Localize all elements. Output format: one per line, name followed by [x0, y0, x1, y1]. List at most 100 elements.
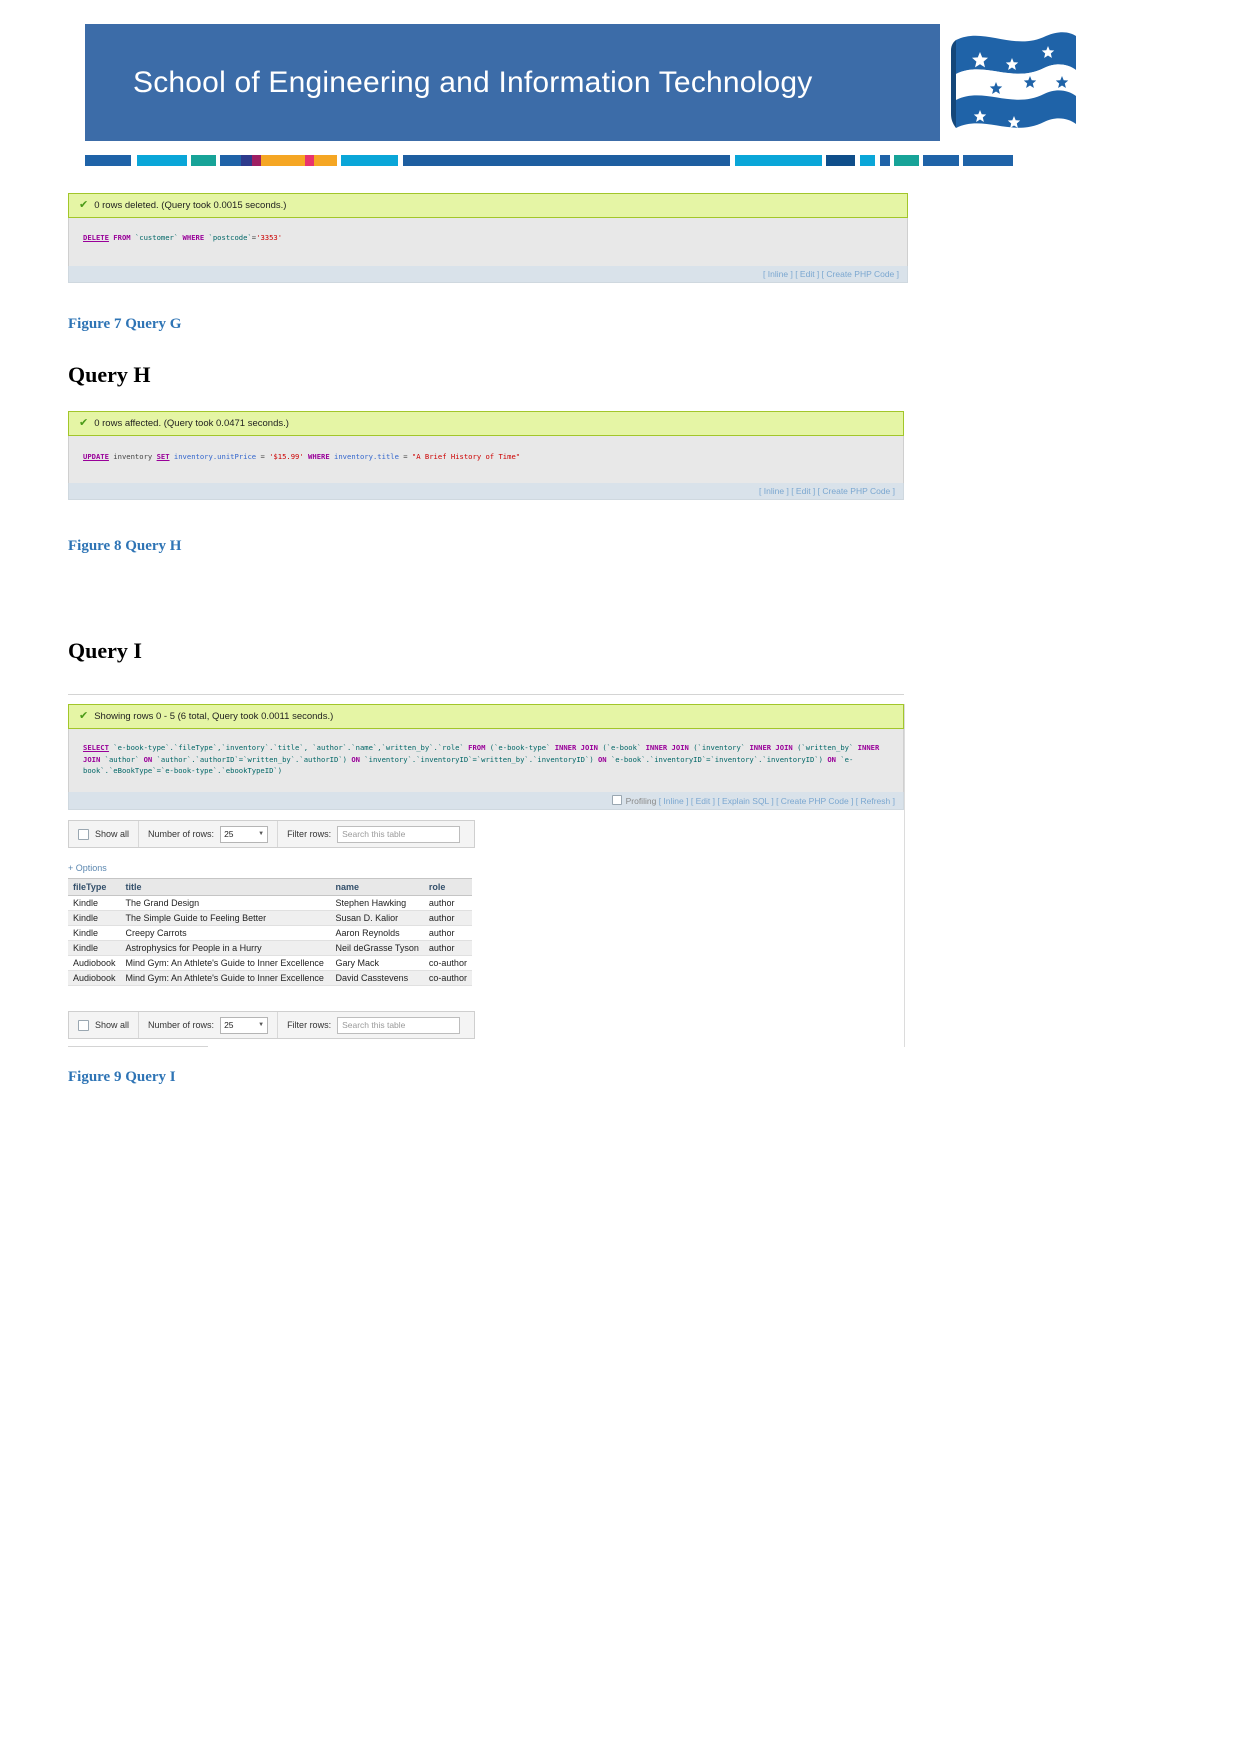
cell-name: Neil deGrasse Tyson	[330, 940, 424, 956]
rows-per-page-value: 25	[224, 829, 234, 839]
cell-title: Creepy Carrots	[120, 925, 331, 941]
rows-per-page-value: 25	[224, 1020, 234, 1030]
sql-keyword-set: SET	[156, 452, 170, 462]
strip-seg	[252, 155, 261, 166]
table-row[interactable]: Audiobook Mind Gym: An Athlete's Guide t…	[68, 955, 472, 971]
column-header-name[interactable]: name	[330, 878, 424, 896]
number-of-rows-cell[interactable]: Number of rows: 25 ▼	[139, 1012, 279, 1038]
sql-keyword-inner-join-3: INNER JOIN	[749, 743, 793, 753]
table-row[interactable]: Audiobook Mind Gym: An Athlete's Guide t…	[68, 970, 472, 986]
filter-rows-input[interactable]: Search this table	[337, 1016, 461, 1034]
document-page: School of Engineering and Information Te…	[0, 0, 1241, 1754]
query-g-status-text: 0 rows deleted. (Query took 0.0015 secon…	[94, 200, 287, 211]
query-i-refresh-link[interactable]: [ Refresh ]	[856, 796, 895, 806]
show-all-cell[interactable]: Show all	[69, 821, 140, 847]
query-h-status-notice: ✔ 0 rows affected. (Query took 0.0471 se…	[68, 411, 904, 437]
strip-seg	[313, 155, 337, 166]
table-row[interactable]: Kindle Astrophysics for People in a Hurr…	[68, 940, 472, 956]
query-i-inline-link[interactable]: [ Inline ]	[659, 796, 689, 806]
show-all-checkbox[interactable]	[78, 828, 89, 840]
cell-filetype: Kindle	[68, 925, 121, 941]
rows-per-page-select[interactable]: 25 ▼	[220, 825, 269, 843]
number-of-rows-label: Number of rows:	[148, 829, 215, 839]
strip-seg	[893, 155, 919, 166]
strip-seg	[403, 155, 731, 166]
query-h-inline-link[interactable]: [ Inline ]	[759, 486, 789, 496]
chevron-down-icon: ▼	[258, 1022, 265, 1028]
query-h-create-php-link[interactable]: [ Create PHP Code ]	[818, 486, 895, 496]
strip-seg	[85, 155, 132, 166]
cell-name: Aaron Reynolds	[330, 925, 424, 941]
cell-role: author	[423, 940, 472, 956]
sql-from-table-1: (`e-book-type`	[489, 743, 551, 753]
sql-table-name: `customer`	[134, 233, 179, 243]
show-all-cell[interactable]: Show all	[69, 1012, 140, 1038]
sql-keyword-update: UPDATE	[83, 452, 109, 462]
strip-seg	[826, 155, 856, 166]
number-of-rows-cell[interactable]: Number of rows: 25 ▼	[139, 821, 279, 847]
strip-seg	[880, 155, 890, 166]
sql-join-table-2: (`e-book`	[602, 743, 642, 753]
cell-name: Susan D. Kalior	[330, 910, 424, 926]
cell-role: co-author	[423, 955, 472, 971]
sql-keyword-where: WHERE	[182, 233, 205, 243]
cell-role: author	[423, 910, 472, 926]
cell-name: Gary Mack	[330, 955, 424, 971]
query-i-create-php-link[interactable]: [ Create PHP Code ]	[776, 796, 853, 806]
success-check-icon: ✔	[79, 710, 89, 723]
filter-rows-input[interactable]: Search this table	[337, 825, 461, 843]
strip-seg	[962, 155, 1013, 166]
options-toggle-link[interactable]: + Options	[68, 863, 107, 873]
sql-keyword-where: WHERE	[308, 452, 330, 462]
cell-filetype: Kindle	[68, 940, 121, 956]
table-row[interactable]: Kindle The Grand Design Stephen Hawking …	[68, 895, 472, 911]
cell-filetype: Audiobook	[68, 955, 121, 971]
sql-keyword-delete: DELETE	[83, 233, 109, 243]
query-i-status-text: Showing rows 0 - 5 (6 total, Query took …	[94, 711, 334, 722]
sql-keyword-on-1: ON	[143, 754, 153, 764]
query-i-bottom-rule	[68, 1046, 208, 1047]
profiling-checkbox[interactable]	[611, 794, 622, 805]
sql-set-value: '$15.99'	[269, 452, 304, 462]
filter-rows-label: Filter rows:	[287, 1020, 332, 1030]
success-check-icon: ✔	[79, 417, 89, 430]
table-row[interactable]: Kindle The Simple Guide to Feeling Bette…	[68, 910, 472, 926]
query-g-create-php-link[interactable]: [ Create PHP Code ]	[822, 269, 899, 279]
query-i-action-links: Profiling [ Inline ] [ Edit ] [ Explain …	[68, 791, 904, 810]
sql-keyword-from: FROM	[468, 743, 486, 753]
query-h-panel: ✔ 0 rows affected. (Query took 0.0471 se…	[68, 411, 904, 500]
column-header-role[interactable]: role	[423, 878, 472, 896]
filter-rows-cell[interactable]: Filter rows: Search this table	[278, 1012, 469, 1038]
cell-name: David Casstevens	[330, 970, 424, 986]
sql-join-table-4: (`written_by`	[797, 743, 854, 753]
query-g-inline-link[interactable]: [ Inline ]	[763, 269, 793, 279]
strip-seg	[190, 155, 216, 166]
query-i-panel: ✔ Showing rows 0 - 5 (6 total, Query too…	[68, 704, 904, 810]
sql-join-table-3: (`inventory`	[693, 743, 746, 753]
rows-per-page-select[interactable]: 25 ▼	[220, 1016, 269, 1034]
table-row[interactable]: Kindle Creepy Carrots Aaron Reynolds aut…	[68, 925, 472, 941]
column-header-title[interactable]: title	[120, 878, 331, 896]
sql-update-target: inventory	[113, 452, 153, 462]
cell-role: author	[423, 925, 472, 941]
sql-on-condition-1: `author`.`authorID`=`written_by`.`author…	[156, 754, 347, 764]
strip-seg	[240, 155, 253, 166]
query-i-top-rule	[68, 694, 904, 695]
sql-keyword-inner-join-2: INNER JOIN	[645, 743, 689, 753]
filter-rows-cell[interactable]: Filter rows: Search this table	[278, 821, 469, 847]
query-i-explain-sql-link[interactable]: [ Explain SQL ]	[717, 796, 773, 806]
column-header-filetype[interactable]: fileType	[68, 878, 121, 896]
sql-where-column: inventory.title	[334, 452, 399, 462]
sql-keyword-on-2: ON	[351, 754, 360, 764]
figure-7-caption: Figure 7 Query G	[68, 316, 182, 332]
query-i-right-edge-rule	[904, 704, 905, 1047]
show-all-checkbox[interactable]	[78, 1019, 89, 1031]
query-g-sql-block: DELETE FROM `customer` WHERE `postcode`=…	[68, 218, 908, 266]
query-h-edit-link[interactable]: [ Edit ]	[791, 486, 815, 496]
show-all-label: Show all	[95, 1020, 130, 1030]
decorative-color-strip	[85, 155, 1013, 166]
query-i-edit-link[interactable]: [ Edit ]	[691, 796, 715, 806]
query-g-edit-link[interactable]: [ Edit ]	[795, 269, 819, 279]
university-flag-logo-icon	[951, 32, 1076, 128]
query-h-heading: Query H	[68, 362, 151, 387]
